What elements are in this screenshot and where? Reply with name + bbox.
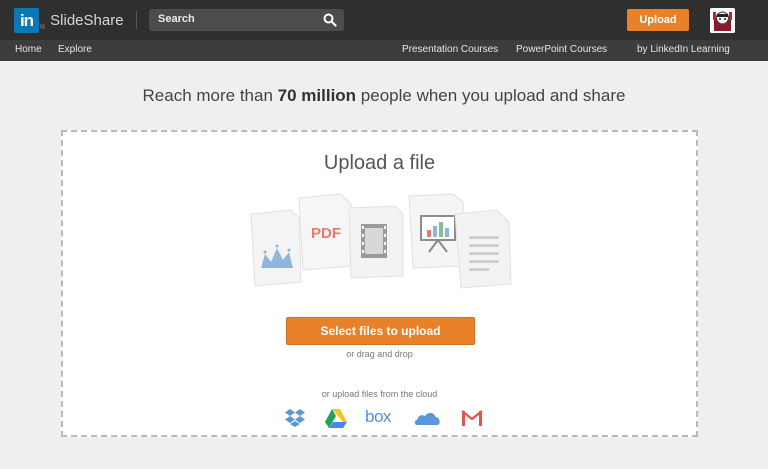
- nav-presentation-courses[interactable]: Presentation Courses: [402, 44, 498, 55]
- search-icon[interactable]: [323, 13, 337, 27]
- upload-button[interactable]: Upload: [627, 9, 689, 31]
- dropbox-icon[interactable]: [284, 406, 306, 430]
- nav-explore[interactable]: Explore: [58, 44, 92, 55]
- nav-home[interactable]: Home: [15, 44, 42, 55]
- select-files-button[interactable]: Select files to upload: [286, 317, 475, 345]
- pdf-file-icon: PDF: [298, 193, 352, 271]
- secondary-nav: Home Explore Presentation Courses PowerP…: [0, 40, 768, 61]
- video-file-icon: [348, 205, 404, 279]
- nav-linkedin-learning[interactable]: by LinkedIn Learning: [637, 44, 730, 55]
- registered-mark: ®: [40, 24, 46, 31]
- upload-title: Upload a file: [323, 152, 436, 174]
- text-file-icon: [454, 209, 512, 289]
- headline-text-post: people when you upload and share: [356, 86, 626, 105]
- nav-powerpoint-courses[interactable]: PowerPoint Courses: [516, 44, 607, 55]
- avatar-image-icon: [710, 8, 735, 33]
- upload-dropzone[interactable]: Upload a file PDF Select files to upload…: [61, 130, 698, 437]
- box-icon[interactable]: box: [365, 407, 399, 431]
- file-types-illustration: PDF: [250, 193, 512, 289]
- linkedin-logo-icon: in: [14, 8, 39, 33]
- cloud-services: box: [284, 406, 484, 430]
- chart-file-icon: [250, 209, 302, 287]
- headline-text-pre: Reach more than: [142, 86, 278, 105]
- gmail-icon[interactable]: [460, 406, 484, 430]
- cloud-upload-hint: or upload files from the cloud: [321, 389, 438, 399]
- onedrive-icon[interactable]: [413, 406, 443, 430]
- page-headline: Reach more than 70 million people when y…: [0, 86, 768, 106]
- search-input[interactable]: Search: [149, 9, 344, 31]
- top-navbar: in ® SlideShare Search Upload: [0, 0, 768, 40]
- divider: [136, 11, 137, 29]
- drag-and-drop-hint: or drag and drop: [346, 349, 413, 359]
- avatar[interactable]: [710, 8, 735, 33]
- brand-name: SlideShare: [50, 12, 124, 29]
- google-drive-icon[interactable]: [324, 406, 348, 430]
- slideshare-logo[interactable]: in ® SlideShare: [14, 8, 124, 33]
- svg-text:PDF: PDF: [311, 225, 341, 242]
- search-placeholder: Search: [158, 13, 195, 25]
- headline-highlight: 70 million: [277, 86, 357, 105]
